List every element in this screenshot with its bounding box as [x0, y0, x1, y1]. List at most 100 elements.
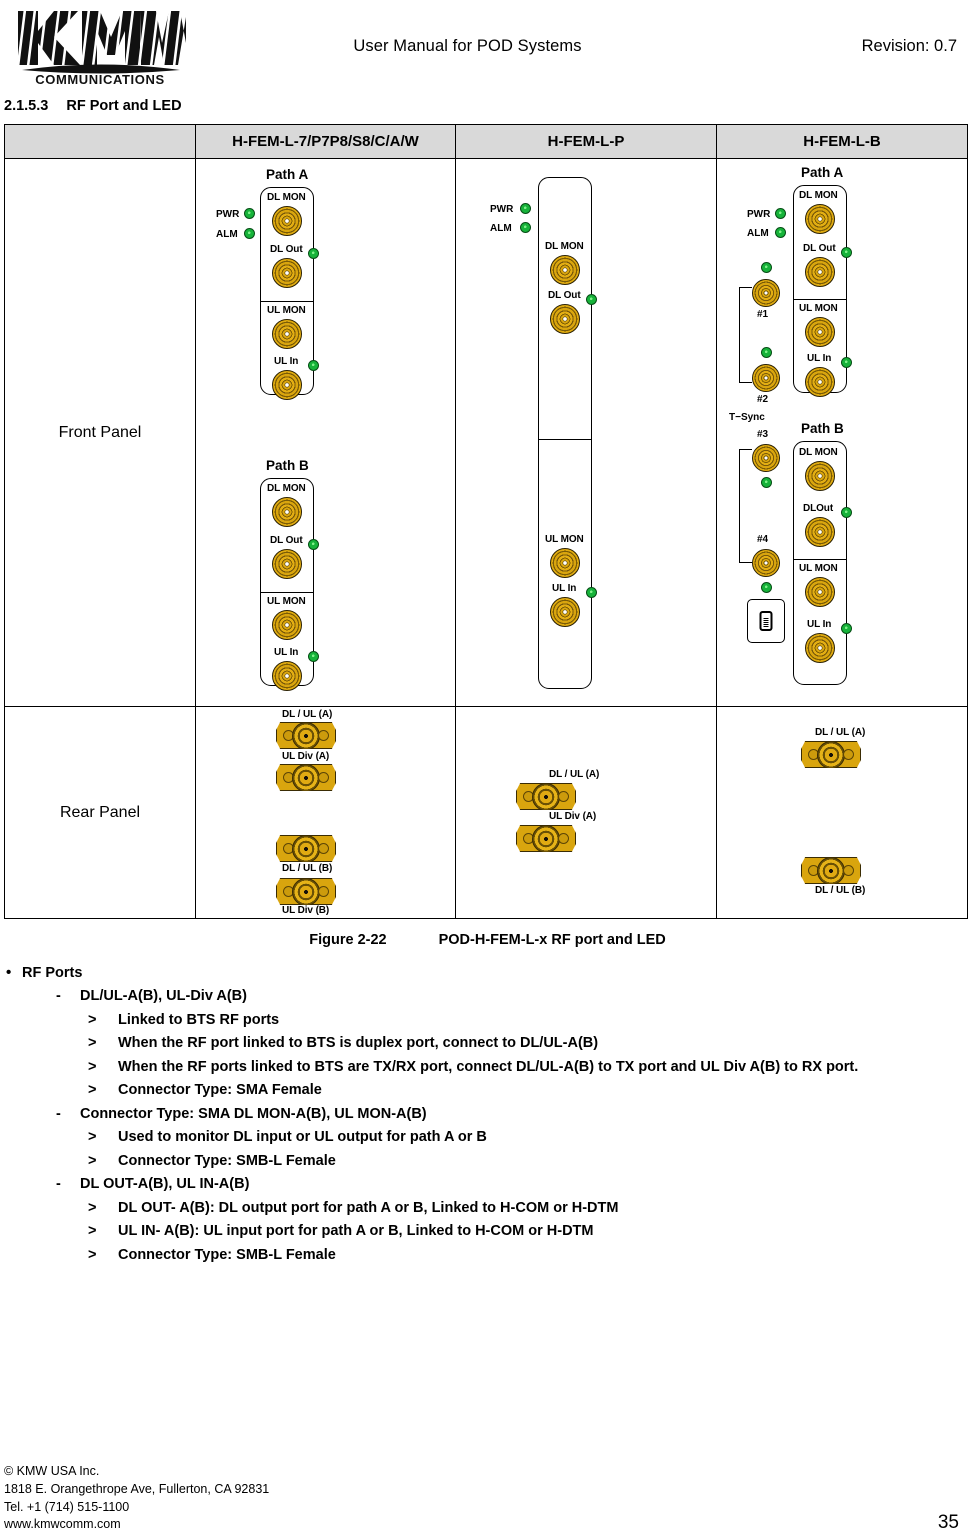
table-row: Front Panel Path A PWR ALM DL MON DL Out	[4, 158, 968, 707]
bullet-group1-item-2: When the RF ports linked to BTS are TX/R…	[0, 1056, 975, 1080]
diagram-col1-rear-panel: DL / UL (A) UL Div (A) DL / UL (B) UL Di…	[195, 706, 456, 919]
rear3-label-dl-ul-b: DL / UL (B)	[815, 885, 866, 896]
page-header: COMMUNICATIONS User Manual for POD Syste…	[0, 0, 975, 92]
connector-dl-out-b	[272, 549, 302, 579]
port-label-ul-mon-b: UL MON	[267, 596, 306, 607]
tsync-2-led-icon	[761, 347, 772, 358]
col3-connector-ul-mon-b	[805, 577, 835, 607]
port-label-ul-in-a: UL In	[274, 356, 299, 367]
section-title-text: RF Port and LED	[66, 98, 182, 114]
tsync-3-led-icon	[761, 477, 772, 488]
figure-label: Figure 2-22	[309, 932, 387, 948]
alm-led-icon	[244, 228, 255, 239]
col2-port-label-ul-mon: UL MON	[545, 534, 584, 545]
col3-port-label-dl-out-b: DLOut	[803, 503, 834, 514]
col3-port-label-ul-in-b: UL In	[807, 619, 832, 630]
tsync-connector-3	[752, 444, 780, 472]
tsync-connector-2	[752, 364, 780, 392]
dl-out-a-led-icon	[308, 248, 319, 259]
port-label-dl-mon-a: DL MON	[267, 192, 306, 203]
col2-port-label-dl-mon: DL MON	[545, 241, 584, 252]
rear2-connector-ul-div-a	[516, 825, 576, 852]
diagram-col1-front-panel: Path A PWR ALM DL MON DL Out UL MON UL I…	[195, 158, 456, 707]
path-b-label: Path B	[266, 458, 309, 473]
col3-connector-ul-mon-a	[805, 317, 835, 347]
col3-connector-dl-mon-b	[805, 461, 835, 491]
path-a-divider	[260, 301, 314, 302]
port-label-dl-out-a: DL Out	[270, 244, 303, 255]
page-number: 35	[937, 1512, 959, 1533]
col3-connector-ul-in-b	[805, 633, 835, 663]
col3-port-label-ul-mon-a: UL MON	[799, 303, 838, 314]
table-header-row: H-FEM-L-7/P7P8/S8/C/A/W H-FEM-L-P H-FEM-…	[4, 124, 968, 159]
tsync-connector-4	[752, 549, 780, 577]
col3-led-label-pwr: PWR	[747, 209, 771, 220]
page-footer: © KMW USA Inc. 1818 E. Orangethrope Ave,…	[0, 1463, 975, 1534]
table-header-blank	[4, 124, 196, 159]
col2-connector-dl-out	[550, 304, 580, 334]
path-a-label: Path A	[266, 167, 309, 182]
rear1-connector-ul-div-a	[276, 764, 336, 791]
col3-connector-dl-out-b	[805, 517, 835, 547]
col2-connector-dl-mon	[550, 255, 580, 285]
diagram-col2-front-panel: PWR ALM DL MON DL Out UL MON UL In	[455, 158, 717, 707]
rear1-connector-dl-ul-a	[276, 722, 336, 749]
figure-caption-text: POD-H-FEM-L-x RF port and LED	[438, 932, 666, 948]
row-label-rear-panel: Rear Panel	[4, 706, 196, 919]
col3-ul-in-a-led-icon	[841, 357, 852, 368]
footer-address: 1818 E. Orangethrope Ave, Fullerton, CA …	[4, 1481, 270, 1496]
port-label-ul-in-b: UL In	[274, 647, 299, 658]
table-header-hfem-l-p: H-FEM-L-P	[455, 124, 717, 159]
connector-ul-in-b	[272, 661, 302, 691]
col2-connector-ul-mon	[550, 548, 580, 578]
rf-ports-description: RF Ports DL/UL-A(B), UL-Div A(B) Linked …	[0, 961, 975, 1268]
header-title: User Manual for POD Systems	[353, 36, 582, 55]
diagram-col2-rear-panel: DL / UL (A) UL Div (A)	[455, 706, 717, 919]
col3-connector-dl-out-a	[805, 257, 835, 287]
diagram-col3-front-panel: Path A PWR ALM DL MON DL Out UL MON UL I…	[716, 158, 968, 707]
col2-connector-ul-in	[550, 597, 580, 627]
footer-address-block: © KMW USA Inc. 1818 E. Orangethrope Ave,…	[4, 1463, 938, 1534]
table-row: Rear Panel DL / UL (A) UL Div (A) DL / U…	[4, 706, 968, 919]
col3-port-label-dl-mon-b: DL MON	[799, 447, 838, 458]
tsync-connector-1	[752, 279, 780, 307]
path-b-divider	[260, 592, 314, 593]
rear2-connector-dl-ul-a	[516, 783, 576, 810]
bullet-group1-item-1: When the RF port linked to BTS is duplex…	[0, 1032, 975, 1056]
bullet-group1-item-0: Linked to BTS RF ports	[0, 1009, 975, 1033]
rear1-label-ul-div-a: UL Div (A)	[282, 751, 330, 762]
pwr-led-icon	[244, 208, 255, 219]
col3-port-label-ul-in-a: UL In	[807, 353, 832, 364]
ul-in-a-led-icon	[308, 360, 319, 371]
col2-alm-led-icon	[520, 222, 531, 233]
rear2-label-dl-ul-a: DL / UL (A)	[549, 769, 600, 780]
led-label-alm: ALM	[216, 229, 238, 240]
col3-connector-ul-in-a	[805, 367, 835, 397]
col3-dl-out-a-led-icon	[841, 247, 852, 258]
col3-connector-dl-mon-a	[805, 204, 835, 234]
usb-port-icon	[747, 599, 785, 643]
table-header-hfem-l-7: H-FEM-L-7/P7P8/S8/C/A/W	[195, 124, 456, 159]
tsync-label-3: #3	[757, 429, 769, 440]
col2-pwr-led-icon	[520, 203, 531, 214]
bullet-group3-item-2: Connector Type: SMB-L Female	[0, 1244, 975, 1268]
dl-out-b-led-icon	[308, 539, 319, 550]
tsync-1-led-icon	[761, 262, 772, 273]
row-label-front-panel: Front Panel	[4, 158, 196, 707]
bullet-heading-rf-ports: RF Ports	[0, 961, 975, 986]
section-heading: 2.1.5.3 RF Port and LED	[0, 92, 975, 124]
led-label-pwr: PWR	[216, 209, 240, 220]
rear1-label-dl-ul-b: DL / UL (B)	[282, 863, 333, 874]
col3-port-label-dl-out-a: DL Out	[803, 243, 836, 254]
col3-led-label-alm: ALM	[747, 228, 769, 239]
bullet-group3-item-1: UL IN- A(B): UL input port for path A or…	[0, 1220, 975, 1244]
col3-path-a-label: Path A	[801, 165, 844, 180]
col3-port-label-ul-mon-b: UL MON	[799, 563, 838, 574]
col3-path-b-label: Path B	[801, 421, 844, 436]
port-label-ul-mon-a: UL MON	[267, 305, 306, 316]
header-revision: Revision: 0.7	[861, 36, 957, 55]
col2-led-label-alm: ALM	[490, 223, 512, 234]
col2-ul-in-led-icon	[586, 587, 597, 598]
bullet-group2-title: Connector Type: SMA DL MON-A(B), UL MON-…	[0, 1103, 975, 1127]
col2-dl-out-led-icon	[586, 294, 597, 305]
